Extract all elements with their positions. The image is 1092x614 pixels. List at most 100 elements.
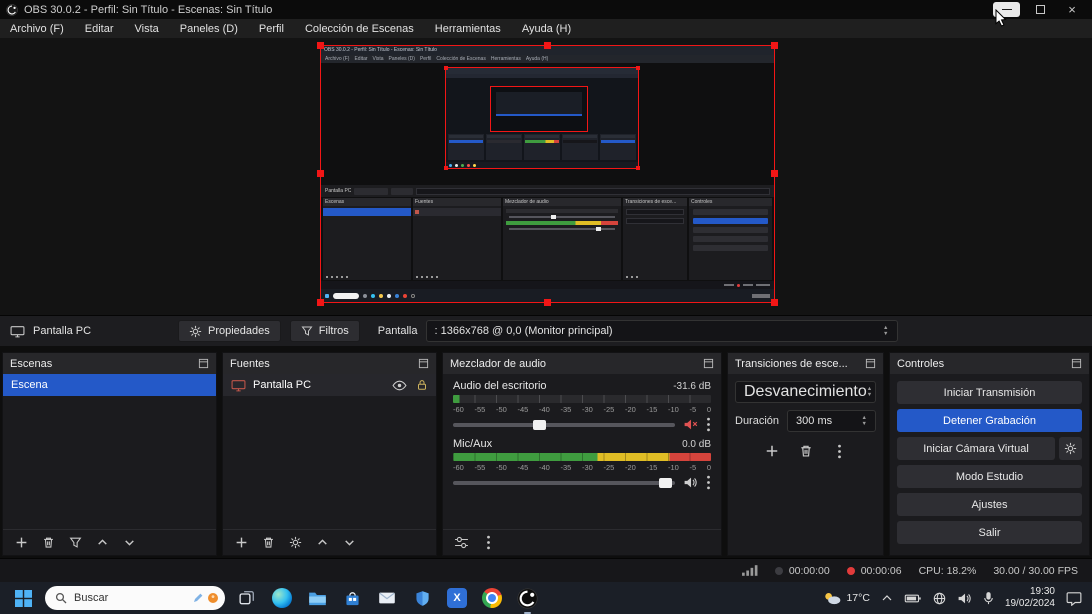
- properties-button[interactable]: Propiedades: [178, 320, 281, 342]
- screen-field-label: Pantalla: [377, 325, 418, 337]
- defender-app-icon[interactable]: [409, 585, 435, 611]
- remove-source-button[interactable]: [260, 535, 276, 551]
- visibility-eye-icon[interactable]: [392, 380, 407, 391]
- remove-transition-button[interactable]: [798, 443, 814, 459]
- popout-dock-icon[interactable]: [703, 358, 714, 369]
- file-explorer-app-icon[interactable]: [304, 585, 330, 611]
- mixer-toolbar: [443, 529, 721, 555]
- menu-paneles[interactable]: Paneles (D): [180, 23, 238, 35]
- resize-handle-se[interactable]: [771, 299, 778, 306]
- move-source-down-button[interactable]: [341, 535, 357, 551]
- resize-handle-sw[interactable]: [317, 299, 324, 306]
- gear-icon: [1064, 442, 1077, 455]
- transition-menu-icon[interactable]: [832, 443, 848, 459]
- weather-widget[interactable]: 17°C: [823, 591, 870, 605]
- virtual-camera-config-button[interactable]: [1059, 437, 1082, 460]
- chrome-app-icon[interactable]: [479, 585, 505, 611]
- popout-dock-icon[interactable]: [418, 358, 429, 369]
- studio-mode-button[interactable]: Modo Estudio: [897, 465, 1082, 488]
- filter-icon: [301, 326, 313, 336]
- add-scene-button[interactable]: [13, 535, 29, 551]
- resize-handle-n[interactable]: [543, 42, 551, 49]
- start-button[interactable]: [10, 585, 36, 611]
- move-scene-down-button[interactable]: [121, 535, 137, 551]
- status-bar: 00:00:00 00:00:06 CPU: 18.2% 30.00 / 30.…: [0, 558, 1092, 582]
- obs-window: OBS 30.0.2 - Perfil: Sin Título - Escena…: [0, 0, 1092, 614]
- office-app-icon[interactable]: X: [444, 585, 470, 611]
- screen-select[interactable]: : 1366x768 @ 0,0 (Monitor principal) ▲ ▼: [425, 320, 898, 342]
- menu-archivo[interactable]: Archivo (F): [10, 23, 64, 35]
- add-source-button[interactable]: [233, 535, 249, 551]
- start-virtual-camera-button[interactable]: Iniciar Cámara Virtual: [897, 437, 1055, 460]
- lock-icon[interactable]: [416, 379, 428, 391]
- tray-overflow-chevron-icon[interactable]: [881, 594, 893, 602]
- filters-button[interactable]: Filtros: [289, 320, 360, 342]
- mixer-menu-icon[interactable]: [480, 535, 496, 551]
- volume-icon[interactable]: [957, 592, 972, 605]
- resize-handle-nw[interactable]: [317, 42, 324, 49]
- slider-handle[interactable]: [659, 477, 673, 488]
- advanced-audio-button[interactable]: [453, 535, 469, 551]
- source-properties-button[interactable]: [287, 535, 303, 551]
- resize-handle-ne[interactable]: [771, 42, 778, 49]
- channel-menu-icon[interactable]: [706, 417, 711, 432]
- menu-editar[interactable]: Editar: [85, 23, 114, 35]
- transition-select[interactable]: Desvanecimiento ▲ ▼: [735, 381, 876, 403]
- spinner-arrows-icon[interactable]: ▲ ▼: [883, 325, 888, 337]
- display-capture-icon: [231, 379, 246, 391]
- scene-filters-button[interactable]: [67, 535, 83, 551]
- mute-speaker-icon[interactable]: [683, 418, 698, 431]
- mic-volume-slider[interactable]: [453, 477, 675, 488]
- menu-herramientas[interactable]: Herramientas: [435, 23, 501, 35]
- mic-level-value: 0.0 dB: [682, 439, 711, 450]
- taskbar-clock[interactable]: 19:30 19/02/2024: [1005, 586, 1055, 611]
- obs-app-icon[interactable]: [514, 585, 540, 614]
- microphone-icon[interactable]: [983, 591, 994, 605]
- popout-dock-icon[interactable]: [198, 358, 209, 369]
- minimize-button[interactable]: [993, 2, 1020, 17]
- popout-dock-icon[interactable]: [865, 358, 876, 369]
- network-globe-icon[interactable]: [933, 592, 946, 605]
- source-item[interactable]: Pantalla PC: [223, 374, 436, 396]
- spinner-arrows-icon[interactable]: ▲ ▼: [867, 386, 872, 398]
- start-streaming-button[interactable]: Iniciar Transmisión: [897, 381, 1082, 404]
- settings-button[interactable]: Ajustes: [897, 493, 1082, 516]
- maximize-button[interactable]: [1024, 0, 1056, 19]
- menu-vista[interactable]: Vista: [135, 23, 159, 35]
- battery-icon[interactable]: [904, 593, 922, 604]
- resize-handle-e[interactable]: [771, 170, 778, 177]
- duration-spinbox[interactable]: 300 ms ▲ ▼: [787, 410, 876, 432]
- scene-item[interactable]: Escena: [3, 374, 216, 396]
- stream-status-dot: [774, 566, 783, 575]
- source-toolbar: Pantalla PC Propiedades Filtros Pantalla…: [0, 315, 1092, 346]
- mini-menubar: Archivo (F) Editar Vista Paneles (D) Perfi…: [321, 55, 774, 63]
- remove-scene-button[interactable]: [40, 535, 56, 551]
- desktop-volume-slider[interactable]: [453, 419, 675, 430]
- close-button[interactable]: ×: [1056, 0, 1088, 19]
- preview-canvas[interactable]: OBS 30.0.2 - Perfil: Sin Título - Escena…: [0, 38, 1092, 315]
- menu-perfil[interactable]: Perfil: [259, 23, 284, 35]
- menu-ayuda[interactable]: Ayuda (H): [522, 23, 571, 35]
- mini-preview: [321, 63, 774, 185]
- channel-menu-icon[interactable]: [706, 475, 711, 490]
- notification-center-icon[interactable]: [1066, 591, 1082, 606]
- mail-app-icon[interactable]: [374, 585, 400, 611]
- exit-button[interactable]: Salir: [897, 521, 1082, 544]
- stop-recording-button[interactable]: Detener Grabación: [897, 409, 1082, 432]
- task-view-button[interactable]: [234, 585, 260, 611]
- popout-dock-icon[interactable]: [1071, 358, 1082, 369]
- slider-handle[interactable]: [532, 419, 546, 430]
- obs-logo-icon: [6, 3, 18, 16]
- menu-coleccion-escenas[interactable]: Colección de Escenas: [305, 23, 414, 35]
- taskbar-search[interactable]: Buscar: [45, 586, 225, 610]
- add-transition-button[interactable]: [764, 443, 780, 459]
- resize-handle-s[interactable]: [543, 299, 551, 306]
- move-source-up-button[interactable]: [314, 535, 330, 551]
- preview-capture-source[interactable]: OBS 30.0.2 - Perfil: Sin Título - Escena…: [317, 42, 778, 306]
- speaker-icon[interactable]: [683, 476, 698, 489]
- spinner-arrows-icon[interactable]: ▲ ▼: [862, 415, 867, 427]
- move-scene-up-button[interactable]: [94, 535, 110, 551]
- microsoft-store-app-icon[interactable]: [339, 585, 365, 611]
- resize-handle-w[interactable]: [317, 170, 324, 177]
- edge-app-icon[interactable]: [269, 585, 295, 611]
